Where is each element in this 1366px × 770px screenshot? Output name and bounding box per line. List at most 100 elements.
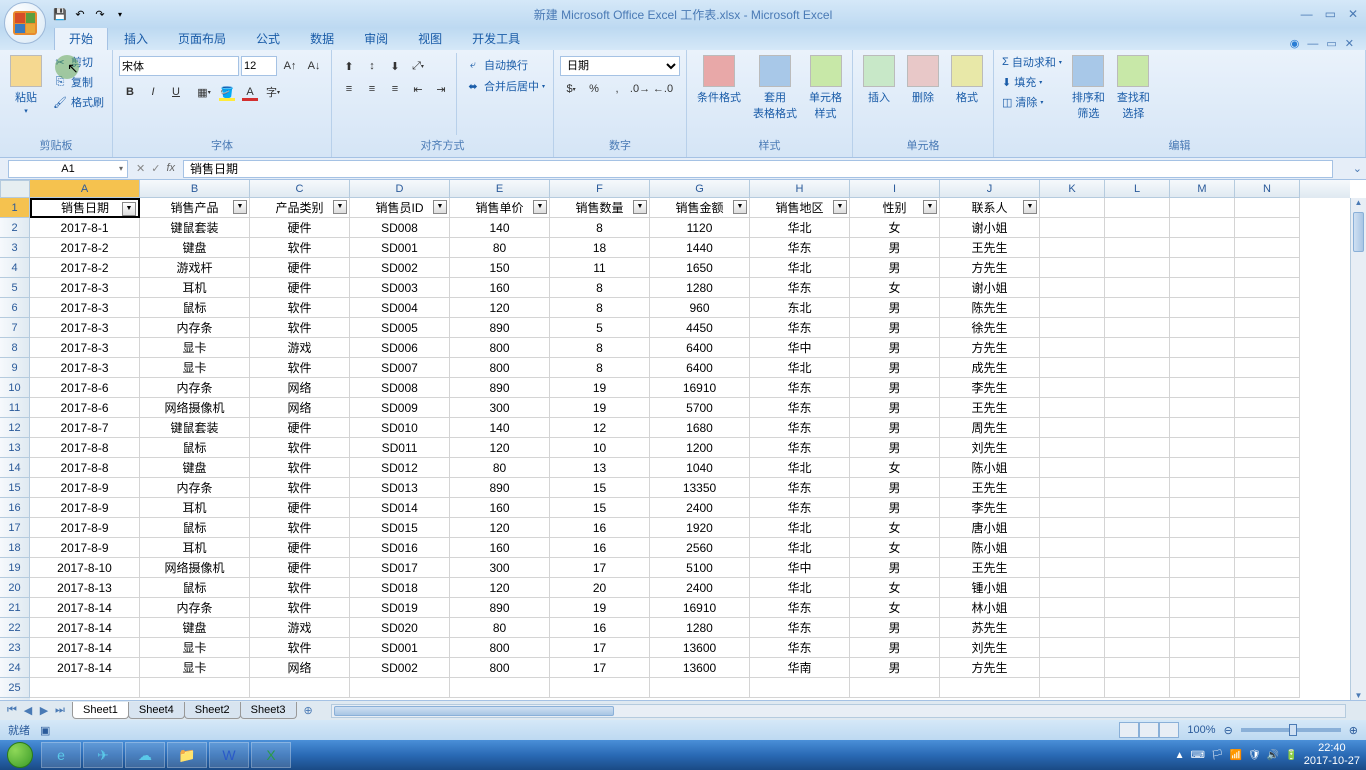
cell[interactable]: 8 [550, 338, 650, 358]
cell[interactable]: 硬件 [250, 418, 350, 438]
cell[interactable]: 2017-8-7 [30, 418, 140, 438]
row-header[interactable]: 3 [0, 238, 30, 258]
filter-dropdown-icon[interactable]: ▼ [433, 200, 447, 214]
cell[interactable]: 1120 [650, 218, 750, 238]
cell[interactable] [1235, 358, 1300, 378]
cell[interactable] [1105, 618, 1170, 638]
cell[interactable]: 80 [450, 458, 550, 478]
row-header[interactable]: 9 [0, 358, 30, 378]
close-button[interactable]: ✕ [1348, 7, 1358, 21]
row-header[interactable]: 1 [0, 198, 30, 218]
cell[interactable]: 男 [850, 398, 940, 418]
cell[interactable] [850, 678, 940, 698]
row-header[interactable]: 4 [0, 258, 30, 278]
cell[interactable] [1040, 658, 1105, 678]
next-sheet-icon[interactable]: ▶ [36, 704, 52, 717]
cell[interactable]: 华东 [750, 438, 850, 458]
cell[interactable]: 华南 [750, 658, 850, 678]
indent-increase-icon[interactable]: ⇥ [430, 79, 452, 99]
cell[interactable]: SD001 [350, 238, 450, 258]
cell[interactable] [1040, 218, 1105, 238]
filter-dropdown-icon[interactable]: ▼ [233, 200, 247, 214]
col-header-A[interactable]: A [30, 180, 140, 198]
cell[interactable] [1235, 578, 1300, 598]
cell[interactable]: 女 [850, 538, 940, 558]
merge-center-button[interactable]: ⬌合并后居中▾ [463, 77, 547, 95]
row-header[interactable]: 21 [0, 598, 30, 618]
cell[interactable]: 80 [450, 238, 550, 258]
cell[interactable] [1170, 578, 1235, 598]
cell[interactable] [1170, 598, 1235, 618]
row-header[interactable]: 15 [0, 478, 30, 498]
sheet-tab-Sheet2[interactable]: Sheet2 [184, 702, 241, 719]
cell[interactable] [1170, 298, 1235, 318]
cell[interactable]: SD005 [350, 318, 450, 338]
cell[interactable] [1105, 498, 1170, 518]
cell[interactable]: 男 [850, 438, 940, 458]
row-header[interactable]: 6 [0, 298, 30, 318]
tab-插入[interactable]: 插入 [110, 27, 162, 50]
cell[interactable] [1170, 498, 1235, 518]
filter-dropdown-icon[interactable]: ▼ [833, 200, 847, 214]
cell[interactable]: 8 [550, 298, 650, 318]
font-color-button[interactable]: A [239, 82, 261, 102]
cell[interactable]: 男 [850, 318, 940, 338]
cell[interactable]: 华中 [750, 558, 850, 578]
row-header[interactable]: 10 [0, 378, 30, 398]
cell[interactable]: SD020 [350, 618, 450, 638]
cell[interactable]: 17 [550, 558, 650, 578]
cell[interactable]: 软件 [250, 238, 350, 258]
cell[interactable] [1170, 418, 1235, 438]
cell[interactable]: 华中 [750, 338, 850, 358]
cell[interactable] [1105, 558, 1170, 578]
cell[interactable] [1170, 398, 1235, 418]
cell[interactable]: 960 [650, 298, 750, 318]
cell[interactable]: 硬件 [250, 538, 350, 558]
cell[interactable] [1170, 258, 1235, 278]
row-header[interactable]: 23 [0, 638, 30, 658]
cell[interactable] [1170, 318, 1235, 338]
cell[interactable] [1235, 618, 1300, 638]
cell[interactable]: 80 [450, 618, 550, 638]
cell[interactable]: SD006 [350, 338, 450, 358]
col-header-N[interactable]: N [1235, 180, 1300, 198]
align-center-icon[interactable]: ≡ [361, 79, 383, 99]
cell[interactable] [1040, 398, 1105, 418]
cell[interactable]: 8 [550, 358, 650, 378]
phonetic-button[interactable]: 字▾ [262, 82, 284, 102]
cell[interactable] [1235, 218, 1300, 238]
col-header-G[interactable]: G [650, 180, 750, 198]
cell[interactable] [1235, 538, 1300, 558]
cell[interactable]: 销售地区▼ [750, 198, 850, 218]
cell[interactable] [1105, 458, 1170, 478]
tray-up-icon[interactable]: ▲ [1175, 750, 1185, 761]
cell[interactable]: 内存条 [140, 378, 250, 398]
expand-formula-icon[interactable]: ⌄ [1353, 162, 1362, 175]
tray-network-icon[interactable]: 📶 [1230, 750, 1242, 761]
cell[interactable]: 鼠标 [140, 298, 250, 318]
cell[interactable] [1235, 378, 1300, 398]
cell[interactable]: 男 [850, 338, 940, 358]
cell[interactable]: 王先生 [940, 398, 1040, 418]
cell[interactable]: 140 [450, 218, 550, 238]
cell[interactable]: 1920 [650, 518, 750, 538]
cell[interactable]: 销售数量▼ [550, 198, 650, 218]
copy-button[interactable]: ⎘复制 [50, 73, 106, 91]
col-header-D[interactable]: D [350, 180, 450, 198]
cell[interactable]: 软件 [250, 518, 350, 538]
filter-dropdown-icon[interactable]: ▼ [633, 200, 647, 214]
cell[interactable]: 周先生 [940, 418, 1040, 438]
cell[interactable]: SD017 [350, 558, 450, 578]
zoom-in-icon[interactable]: ⊕ [1349, 724, 1358, 737]
cell[interactable]: 6400 [650, 358, 750, 378]
cell[interactable]: 谢小姐 [940, 218, 1040, 238]
cell[interactable]: 网络 [250, 398, 350, 418]
cell[interactable]: 300 [450, 398, 550, 418]
row-header[interactable]: 24 [0, 658, 30, 678]
cell[interactable]: SD008 [350, 218, 450, 238]
cell[interactable]: 13600 [650, 638, 750, 658]
autosum-button[interactable]: Σ 自动求和▾ [1000, 53, 1064, 71]
cell[interactable] [1105, 238, 1170, 258]
cell[interactable]: 华北 [750, 538, 850, 558]
cell[interactable] [1235, 598, 1300, 618]
